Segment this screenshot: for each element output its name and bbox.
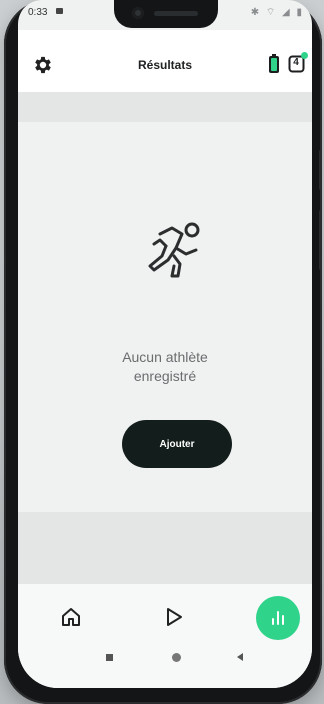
play-icon[interactable]: [164, 606, 184, 628]
phone-frame: 0:33 ✱ ⌔ ◢ ▮ Résultats 4 Aucun athlète e…: [4, 0, 322, 704]
runner-icon: [148, 222, 200, 278]
earpiece-speaker: [154, 11, 198, 16]
home-icon[interactable]: [60, 606, 82, 628]
back-icon[interactable]: [237, 653, 243, 661]
empty-state-message: Aucun athlète enregistré: [18, 348, 312, 386]
empty-state: Aucun athlète enregistré Ajouter: [18, 122, 312, 512]
home-circle-icon[interactable]: [172, 653, 181, 662]
system-navigation-bar: [18, 640, 312, 688]
camera-notch: [114, 0, 218, 28]
athlete-count: 4: [293, 57, 299, 68]
empty-state-line-2: enregistré: [133, 368, 197, 384]
battery-icon: [269, 54, 279, 73]
connection-dot: [301, 52, 308, 59]
front-camera: [132, 7, 144, 19]
bottom-navigation: [18, 584, 312, 640]
device-photo: 0:33 ✱ ⌔ ◢ ▮ Résultats 4 Aucun athlète e…: [0, 0, 324, 704]
status-icons: ✱ ⌔ ◢ ▮: [250, 7, 304, 18]
status-time: 0:33: [28, 7, 48, 18]
header-separator-band: [18, 92, 312, 122]
volume-button: [319, 150, 322, 190]
power-button: [319, 210, 322, 270]
app-bar: Résultats 4: [18, 30, 312, 92]
results-tab-button[interactable]: [256, 596, 300, 640]
bar-chart-icon: [272, 611, 284, 625]
recent-apps-icon[interactable]: [106, 654, 113, 661]
footer-separator-band: [18, 512, 312, 584]
add-athlete-button[interactable]: Ajouter: [122, 420, 232, 468]
phone-screen: 0:33 ✱ ⌔ ◢ ▮ Résultats 4 Aucun athlète e…: [18, 0, 312, 688]
message-notification-icon: [56, 8, 63, 14]
empty-state-line-1: Aucun athlète: [122, 349, 208, 365]
